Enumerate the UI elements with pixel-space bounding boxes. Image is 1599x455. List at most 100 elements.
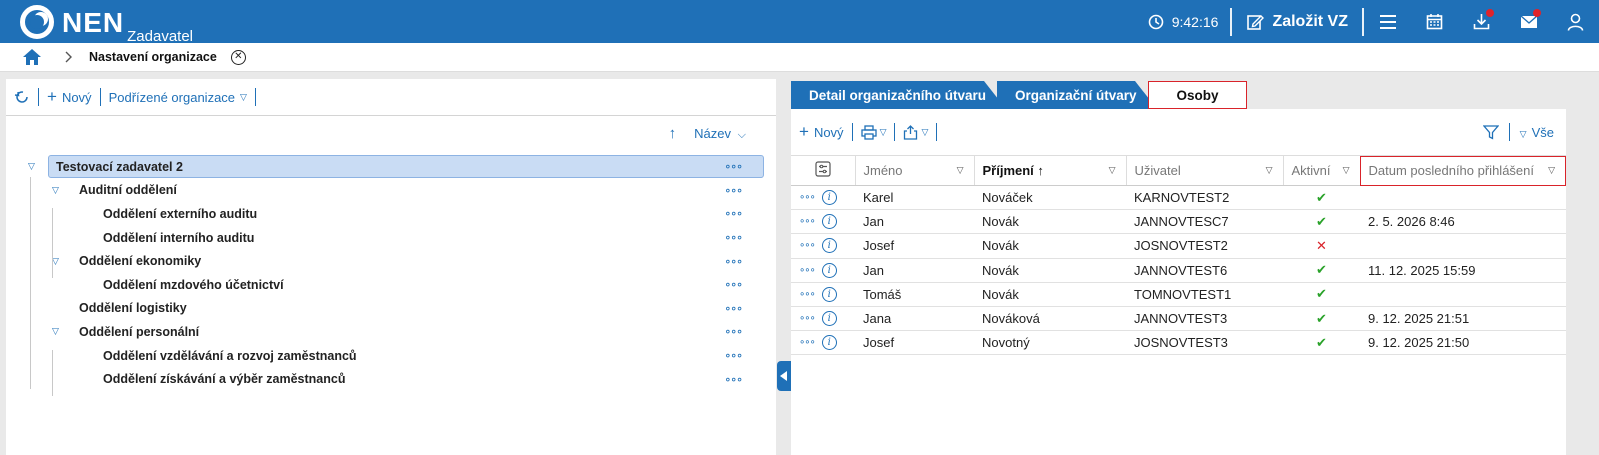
tree-item[interactable]: Oddělení získávání a výběr zaměstnanců ∘∘… (6, 367, 776, 391)
tree-sort-row: ↑ Název ⌵ (6, 116, 776, 151)
more-actions-icon[interactable]: ∘∘∘ (724, 373, 743, 386)
export-button[interactable]: ▽ (903, 124, 928, 140)
column-header-last-name[interactable]: Příjmení ↑ ▽ (974, 155, 1127, 186)
tree-item[interactable]: ▽ Auditní oddělení ∘∘∘ (6, 179, 776, 203)
sort-field-dropdown[interactable]: Název ⌵ (694, 126, 746, 142)
more-actions-icon[interactable]: ∘∘∘ (724, 278, 743, 291)
nen-logo[interactable]: NEN Zadavatel (20, 5, 193, 45)
more-actions-icon[interactable]: ∘∘∘ (724, 255, 743, 268)
collapse-panel-handle[interactable] (777, 361, 791, 391)
more-actions-icon[interactable]: ∘∘∘ (799, 192, 816, 203)
row-actions-cell: ∘∘∘ i (791, 282, 855, 307)
calendar-button[interactable] (1411, 0, 1458, 43)
table-row[interactable]: ∘∘∘ i Josef Novák JOSNOVTEST2 ✕ (791, 233, 1566, 259)
more-actions-icon[interactable]: ∘∘∘ (799, 337, 816, 348)
column-label: Příjmení (982, 163, 1034, 178)
logo-text: NEN (62, 7, 125, 38)
table-row[interactable]: ∘∘∘ i Jan Novák JANNOVTEST6 ✔ 11. 12. 2025 15:… (791, 258, 1566, 283)
tree-item[interactable]: ▽ Oddělení personální ∘∘∘ (6, 320, 776, 344)
tab-org-units[interactable]: Organizační útvary (997, 81, 1157, 109)
more-actions-icon[interactable]: ∘∘∘ (724, 325, 743, 338)
filter-icon[interactable] (1482, 124, 1499, 140)
info-icon[interactable]: i (821, 286, 837, 302)
tab-persons[interactable]: Osoby (1148, 81, 1247, 109)
sub-organizations-dropdown[interactable]: Podřízené organizace ▽ (109, 90, 247, 105)
row-actions-cell: ∘∘∘ i (791, 258, 855, 283)
info-icon[interactable]: i (821, 335, 837, 351)
filter-arrow-icon[interactable]: ▽ (957, 165, 964, 176)
last-login-cell (1360, 282, 1566, 307)
new-organization-button[interactable]: + Nový (47, 87, 92, 107)
more-actions-icon[interactable]: ∘∘∘ (724, 302, 743, 315)
more-actions-icon[interactable]: ∘∘∘ (724, 231, 743, 244)
expand-toggle-icon[interactable]: ▽ (52, 326, 59, 337)
info-icon[interactable]: i (821, 311, 837, 327)
table-row[interactable]: ∘∘∘ i Josef Novotný JOSNOVTEST3 ✔ 9. 12. 2025 … (791, 330, 1566, 356)
info-icon[interactable]: i (821, 238, 837, 254)
tree-item[interactable]: Oddělení logistiky ∘∘∘ (6, 297, 776, 321)
print-button[interactable]: ▽ (860, 124, 887, 140)
new-person-button[interactable]: + Nový (799, 122, 844, 142)
downloads-button[interactable] (1458, 0, 1505, 43)
tab-unit-detail[interactable]: Detail organizačního útvaru (791, 81, 1006, 109)
more-actions-icon[interactable]: ∘∘∘ (724, 184, 743, 197)
first-name-cell: Josef (855, 233, 974, 259)
column-header-active[interactable]: Aktivní ▽ (1283, 155, 1361, 186)
new-label: Nový (61, 89, 92, 105)
sort-ascending-icon[interactable]: ↑ (669, 125, 677, 142)
tree-item-label: Oddělení personální (79, 324, 200, 339)
divider (936, 123, 938, 141)
calendar-icon (1426, 14, 1443, 30)
expand-toggle-icon[interactable]: ▽ (52, 256, 59, 267)
tree-guide-line (30, 177, 31, 389)
filter-arrow-icon[interactable]: ▽ (1266, 165, 1273, 176)
column-header-last-login[interactable]: Datum posledního přihlášení ▽ (1360, 155, 1566, 186)
column-header-first-name[interactable]: Jméno ▽ (855, 155, 975, 186)
active-cell: ✔ (1283, 185, 1360, 211)
menu-button[interactable] (1364, 0, 1411, 43)
more-actions-icon[interactable]: ∘∘∘ (724, 160, 743, 173)
home-icon[interactable] (21, 48, 43, 66)
tree-item[interactable]: Oddělení vzdělávání a rozvoj zaměstnanců… (6, 344, 776, 368)
info-icon[interactable]: i (821, 262, 837, 278)
more-actions-icon[interactable]: ∘∘∘ (799, 313, 816, 324)
expand-toggle-icon[interactable]: ▽ (52, 185, 59, 196)
more-actions-icon[interactable]: ∘∘∘ (799, 216, 816, 227)
more-actions-icon[interactable]: ∘∘∘ (724, 349, 743, 362)
messages-button[interactable] (1505, 0, 1552, 43)
close-tab-icon[interactable]: ✕ (230, 49, 246, 65)
top-bar: NEN Zadavatel 9:42:16 Založit VZ (0, 0, 1599, 45)
persons-toolbar: + Nový ▽ ▽ ▽ Vše (791, 109, 1566, 155)
filter-arrow-icon[interactable]: ▽ (1548, 165, 1555, 176)
more-actions-icon[interactable]: ∘∘∘ (799, 265, 816, 276)
info-icon[interactable]: i (821, 190, 837, 206)
tree-item-label: Testovací zadavatel 2 (56, 159, 183, 174)
refresh-button[interactable] (14, 89, 30, 105)
table-row[interactable]: ∘∘∘ i Karel Nováček KARNOVTEST2 ✔ (791, 185, 1566, 211)
chevron-down-icon: ▽ (879, 126, 887, 137)
filter-arrow-icon[interactable]: ▽ (1109, 165, 1116, 176)
expand-toggle-icon[interactable]: ▽ (28, 161, 35, 172)
tree-item[interactable]: Oddělení externího auditu ∘∘∘ (6, 202, 776, 226)
tree-item[interactable]: Oddělení mzdového účetnictví ∘∘∘ (6, 273, 776, 297)
column-header-user[interactable]: Uživatel ▽ (1126, 155, 1284, 186)
table-row[interactable]: ∘∘∘ i Jan Novák JANNOVTESC7 ✔ 2. 5. 2026 8:46 (791, 209, 1566, 235)
filter-arrow-icon[interactable]: ▽ (1343, 165, 1350, 176)
more-actions-icon[interactable]: ∘∘∘ (724, 207, 743, 220)
filter-scope-dropdown[interactable]: ▽ Vše (1520, 125, 1554, 140)
chevron-down-icon: ▽ (1519, 128, 1527, 139)
tree-item[interactable]: ▽ Oddělení ekonomiky ∘∘∘ (6, 249, 776, 273)
breadcrumb-current: Nastavení organizace (89, 50, 217, 64)
table-row[interactable]: ∘∘∘ i Jana Nováková JANNOVTEST3 ✔ 9. 12. 2025 … (791, 306, 1566, 332)
more-actions-icon[interactable]: ∘∘∘ (799, 240, 816, 251)
column-settings-header[interactable] (791, 155, 856, 186)
tree-item[interactable]: ▽ Testovací zadavatel 2 ∘∘∘ (6, 155, 776, 179)
last-name-cell: Novák (974, 209, 1126, 235)
info-icon[interactable]: i (821, 214, 837, 230)
create-contract-button[interactable]: Založit VZ (1232, 13, 1362, 31)
user-profile-button[interactable] (1552, 0, 1599, 43)
more-actions-icon[interactable]: ∘∘∘ (799, 289, 816, 300)
tree-item[interactable]: Oddělení interního auditu ∘∘∘ (6, 226, 776, 250)
table-row[interactable]: ∘∘∘ i Tomáš Novák TOMNOVTEST1 ✔ (791, 282, 1566, 307)
last-login-cell (1360, 233, 1566, 259)
